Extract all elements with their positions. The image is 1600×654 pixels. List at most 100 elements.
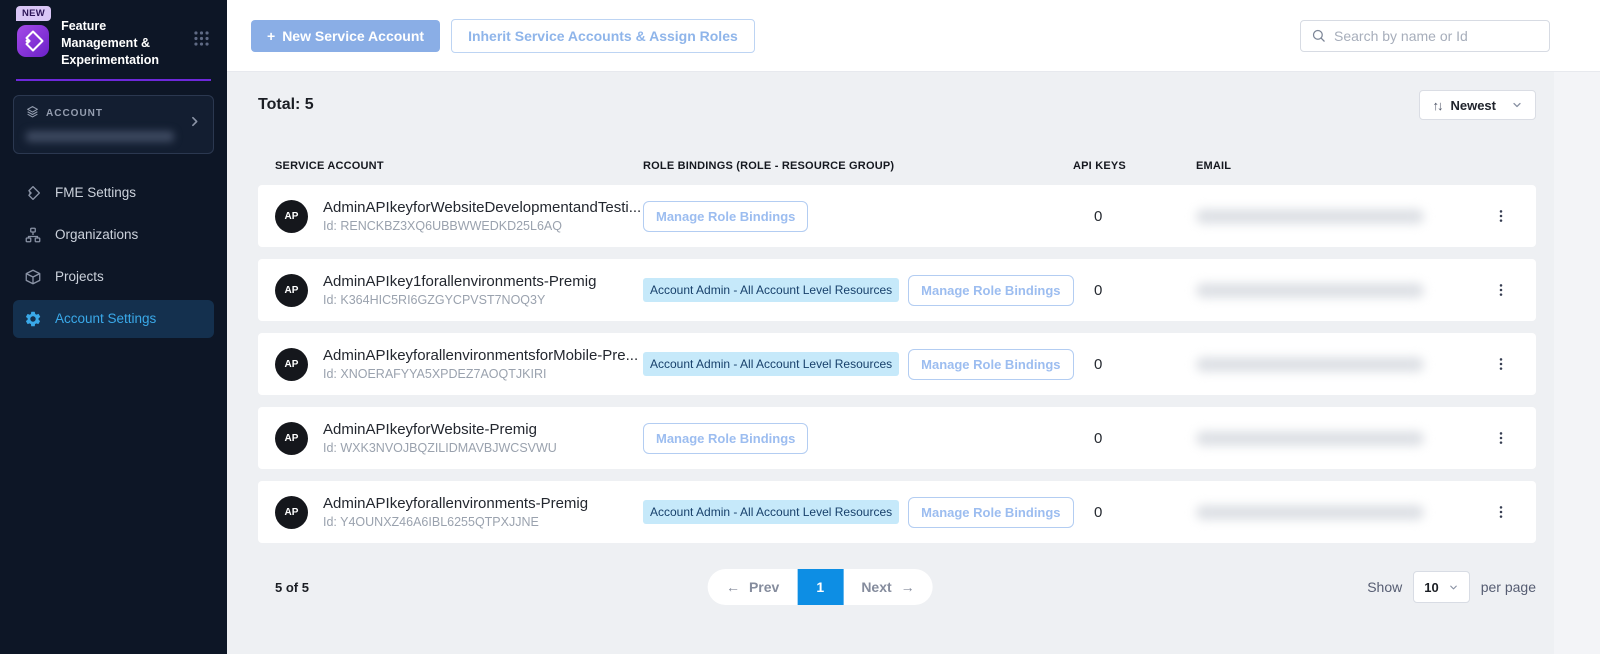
chevron-down-icon xyxy=(1511,99,1523,111)
page-1-button[interactable]: 1 xyxy=(797,569,843,605)
role-binding-badge: Account Admin - All Account Level Resour… xyxy=(643,278,899,302)
org-chart-icon xyxy=(24,226,42,244)
role-binding-badge: Account Admin - All Account Level Resour… xyxy=(643,500,899,524)
app-grid-icon[interactable] xyxy=(192,21,211,53)
service-account-id: Id: RENCKBZ3XQ6UBBWWEDKD25L6AQ xyxy=(323,219,641,233)
service-account-id: Id: Y4OUNXZ46A6IBL6255QTPXJJNE xyxy=(323,515,588,529)
pager: ← Prev 1 Next → xyxy=(708,569,933,605)
column-service-account: SERVICE ACCOUNT xyxy=(275,160,643,172)
column-email: EMAIL xyxy=(1196,160,1489,172)
sidebar-header: NEW Feature Management & Experiment xyxy=(0,0,227,69)
email-redacted xyxy=(1196,283,1424,298)
content: Total: 5 ↑↓ Newest SERVICE ACCOUNT ROLE … xyxy=(227,72,1600,654)
sidebar-item-label: Organizations xyxy=(55,227,138,242)
new-service-account-button[interactable]: + New Service Account xyxy=(251,20,440,52)
email-redacted xyxy=(1196,209,1424,224)
result-count: 5 of 5 xyxy=(258,580,309,595)
service-account-name: AdminAPIkeyforallenvironments-Premig xyxy=(323,495,588,512)
service-account-name: AdminAPIkey1forallenvironments-Premig xyxy=(323,273,596,290)
chevron-down-icon xyxy=(1448,582,1459,593)
api-keys-count: 0 xyxy=(1073,282,1196,299)
api-keys-count: 0 xyxy=(1073,208,1196,225)
main-area: + New Service Account Inherit Service Ac… xyxy=(227,0,1600,654)
table-row: AP AdminAPIkeyforWebsite-Premig Id: WXK3… xyxy=(258,407,1536,469)
show-label: Show xyxy=(1367,579,1402,595)
page-size-select[interactable]: 10 xyxy=(1413,571,1469,603)
search-input[interactable] xyxy=(1334,28,1539,44)
product-title: Feature Management & Experimentation xyxy=(61,6,163,69)
service-account-id: Id: K364HIC5RI6GZGYCPVST7NOQ3Y xyxy=(323,293,596,307)
row-actions-kebab-icon[interactable] xyxy=(1489,278,1519,302)
next-page-button[interactable]: Next → xyxy=(843,569,932,605)
sidebar-item-label: FME Settings xyxy=(55,185,136,200)
product-logo-icon xyxy=(16,24,50,63)
page-size-value: 10 xyxy=(1424,580,1438,595)
manage-role-bindings-button[interactable]: Manage Role Bindings xyxy=(908,349,1073,380)
arrow-left-icon: ← xyxy=(726,579,740,595)
table-row: AP AdminAPIkeyforallenvironmentsforMobil… xyxy=(258,333,1536,395)
column-role-bindings: ROLE BINDINGS (ROLE - RESOURCE GROUP) xyxy=(643,160,1073,172)
service-account-name: AdminAPIkeyforWebsite-Premig xyxy=(323,421,557,438)
service-account-id: Id: XNOERAFYYA5XPDEZ7AOQTJKIRI xyxy=(323,367,638,381)
cube-icon xyxy=(24,268,42,286)
table-header: SERVICE ACCOUNT ROLE BINDINGS (ROLE - RE… xyxy=(258,160,1536,172)
manage-role-bindings-button[interactable]: Manage Role Bindings xyxy=(908,275,1073,306)
row-actions-kebab-icon[interactable] xyxy=(1489,500,1519,524)
arrow-right-icon: → xyxy=(901,579,915,595)
manage-role-bindings-button[interactable]: Manage Role Bindings xyxy=(643,423,808,454)
search-icon xyxy=(1311,28,1326,43)
plus-icon: + xyxy=(267,28,275,44)
inherit-service-accounts-button[interactable]: Inherit Service Accounts & Assign Roles xyxy=(451,19,755,53)
service-account-id: Id: WXK3NVOJBQZILIDMAVBJWCSVWU xyxy=(323,441,557,455)
service-account-name: AdminAPIkeyforWebsiteDevelopmentandTesti… xyxy=(323,199,641,216)
new-badge: NEW xyxy=(16,6,51,21)
avatar: AP xyxy=(275,200,308,233)
service-account-list: AP AdminAPIkeyforWebsiteDevelopmentandTe… xyxy=(258,185,1536,543)
table-row: AP AdminAPIkeyforallenvironments-Premig … xyxy=(258,481,1536,543)
sort-dropdown[interactable]: ↑↓ Newest xyxy=(1419,90,1536,120)
avatar: AP xyxy=(275,422,308,455)
account-name-redacted xyxy=(26,131,174,142)
sidebar-item-label: Projects xyxy=(55,269,104,284)
column-api-keys: API KEYS xyxy=(1073,160,1196,172)
per-page-label: per page xyxy=(1481,579,1536,595)
fme-diamond-icon xyxy=(24,184,42,202)
brand-divider xyxy=(16,79,211,81)
prev-page-button[interactable]: ← Prev xyxy=(708,569,797,605)
sort-selected-value: Newest xyxy=(1450,98,1502,113)
account-switcher[interactable]: ACCOUNT xyxy=(13,95,214,154)
chevron-right-icon xyxy=(188,115,201,133)
email-redacted xyxy=(1196,431,1424,446)
topbar: + New Service Account Inherit Service Ac… xyxy=(227,0,1600,72)
sidebar-item-label: Account Settings xyxy=(55,311,156,326)
pagination-bar: 5 of 5 ← Prev 1 Next → Show 10 xyxy=(258,568,1536,606)
avatar: AP xyxy=(275,274,308,307)
row-actions-kebab-icon[interactable] xyxy=(1489,204,1519,228)
service-account-name: AdminAPIkeyforallenvironmentsforMobile-P… xyxy=(323,347,638,364)
scrollbar-track xyxy=(1554,72,1600,654)
sidebar-item-fme-settings[interactable]: FME Settings xyxy=(13,174,214,212)
sidebar-nav: FME Settings Organizations xyxy=(13,174,214,338)
sort-arrows-icon: ↑↓ xyxy=(1432,98,1441,113)
api-keys-count: 0 xyxy=(1073,430,1196,447)
api-keys-count: 0 xyxy=(1073,356,1196,373)
avatar: AP xyxy=(275,348,308,381)
row-actions-kebab-icon[interactable] xyxy=(1489,352,1519,376)
table-row: AP AdminAPIkeyforWebsiteDevelopmentandTe… xyxy=(258,185,1536,247)
total-count: Total: 5 xyxy=(258,96,314,114)
layers-icon xyxy=(26,105,39,123)
sidebar: NEW Feature Management & Experiment xyxy=(0,0,227,654)
sidebar-item-account-settings[interactable]: Account Settings xyxy=(13,300,214,338)
table-row: AP AdminAPIkey1forallenvironments-Premig… xyxy=(258,259,1536,321)
role-binding-badge: Account Admin - All Account Level Resour… xyxy=(643,352,899,376)
search-box xyxy=(1300,20,1550,52)
gear-icon xyxy=(24,310,42,328)
manage-role-bindings-button[interactable]: Manage Role Bindings xyxy=(643,201,808,232)
service-accounts-page: NEW Feature Management & Experiment xyxy=(0,0,1600,654)
email-redacted xyxy=(1196,357,1424,372)
sidebar-item-projects[interactable]: Projects xyxy=(13,258,214,296)
row-actions-kebab-icon[interactable] xyxy=(1489,426,1519,450)
email-redacted xyxy=(1196,505,1424,520)
sidebar-item-organizations[interactable]: Organizations xyxy=(13,216,214,254)
manage-role-bindings-button[interactable]: Manage Role Bindings xyxy=(908,497,1073,528)
